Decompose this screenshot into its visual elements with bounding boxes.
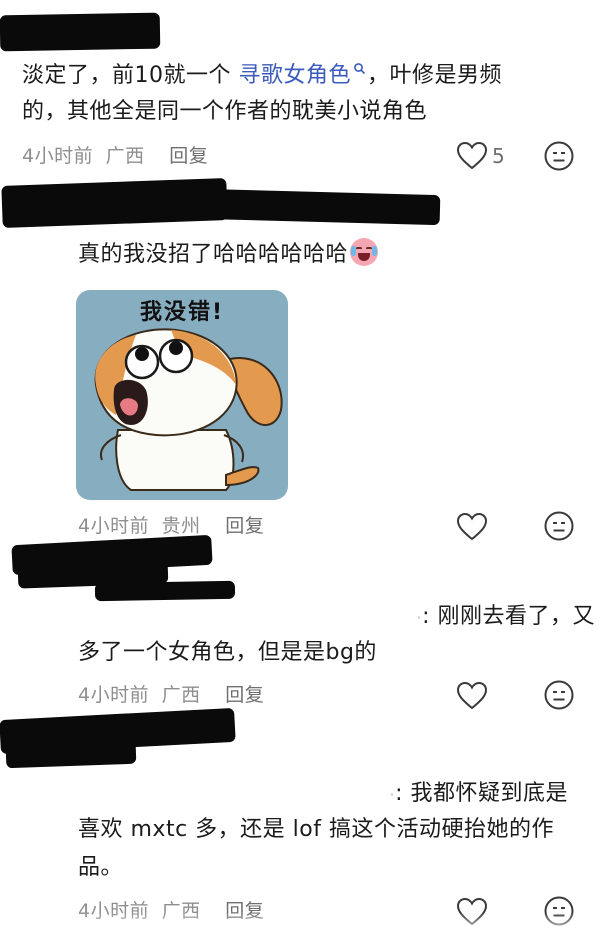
comment-text: 淡定了，前10就一个 寻歌女角色 ，叶修是男频: [22, 58, 592, 94]
comment-location: 广西: [161, 684, 201, 706]
comment-text-part: 真的我没招了哈哈哈哈哈哈: [78, 242, 349, 267]
comment-meta: 4小时前 广西 回复: [22, 141, 208, 168]
search-link-label: 寻歌女角色: [238, 63, 352, 88]
comment-time: 4小时前: [78, 684, 150, 706]
redacted-username: [5, 741, 137, 769]
comment-meta: 4小时前 贵州 回复: [78, 511, 264, 538]
comment-text-line: 品。: [78, 855, 124, 880]
heart-icon[interactable]: [456, 512, 488, 542]
reply-button[interactable]: 回复: [225, 684, 264, 706]
comment-meta: 4小时前 广西 回复: [78, 680, 264, 707]
comment-time: 4小时前: [22, 145, 94, 167]
sticker-image[interactable]: 我没错!: [76, 290, 288, 500]
redacted-username: [94, 580, 236, 602]
comment-text-line: ·: 我都怀疑到底是: [300, 776, 568, 813]
comment-text-part: ，叶修是男频: [367, 63, 503, 88]
comment-time: 4小时前: [78, 515, 150, 537]
redacted-username: [1, 178, 228, 228]
comment-text: 真的我没招了哈哈哈哈哈哈: [78, 237, 379, 273]
meh-face-icon[interactable]: [543, 140, 575, 172]
reply-button[interactable]: 回复: [169, 145, 208, 167]
comment-text-part: : 我都怀疑到底是: [395, 781, 568, 806]
laughing-cry-emoji-icon: [350, 238, 379, 266]
dog-illustration: [94, 328, 283, 491]
comment-text-part: : 刚刚去看了，又: [422, 604, 595, 629]
comment-text-part: 淡定了，前10就一个: [22, 63, 239, 88]
comment-text-line: 喜欢 mxtc 多，还是 lof 搞这个活动硬抬她的作: [78, 817, 554, 842]
redacted-username: [199, 188, 441, 226]
redacted-username: [0, 12, 161, 52]
meh-face-icon[interactable]: [543, 679, 575, 711]
comment-text-line: 多了一个女角色，但是是bg的: [78, 640, 377, 665]
like-count: 5: [492, 144, 505, 168]
search-icon: [354, 63, 366, 75]
comment-text-line: 的，其他全是同一个作者的耽美小说角色: [22, 99, 428, 124]
comment-location: 广西: [105, 145, 145, 167]
meh-face-icon[interactable]: [543, 510, 575, 542]
bottom-fade: [0, 912, 600, 934]
reply-button[interactable]: 回复: [225, 515, 264, 537]
heart-icon[interactable]: [456, 141, 488, 171]
heart-icon[interactable]: [456, 681, 488, 711]
comment-location: 贵州: [161, 515, 201, 537]
comment-text-line: ·: 刚刚去看了，又: [300, 599, 595, 636]
search-link[interactable]: 寻歌女角色: [239, 63, 368, 88]
